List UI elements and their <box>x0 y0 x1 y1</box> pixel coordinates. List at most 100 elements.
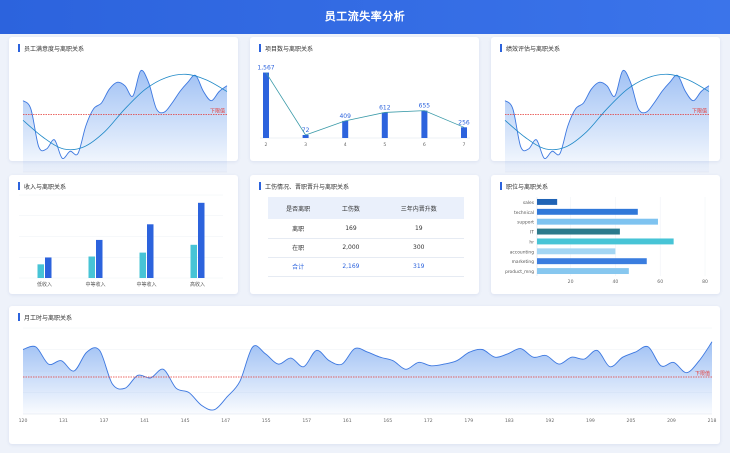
evaluation-chart: 下限值0.490.540.690.640.710.81 <box>500 69 714 182</box>
x-tick-label: 141 <box>140 418 149 424</box>
bar <box>45 257 52 278</box>
threshold-label: 下限值 <box>210 108 225 115</box>
bar <box>537 208 638 215</box>
satisfaction-chart: 下限值0.090.340.590.850.710.81 <box>18 69 232 182</box>
income-card: 收入与离职关系 低收入 中等收入 中等收入 高收入 <box>9 175 238 294</box>
x-tick-label: 3 <box>304 142 307 148</box>
table-row: 在职 2,000 300 <box>268 238 464 258</box>
projects-chart: 1,56727234094612565562567 <box>257 65 470 148</box>
bar <box>537 258 647 265</box>
x-tick-label: 80 <box>702 279 708 285</box>
x-tick-label: 199 <box>586 418 595 424</box>
bar <box>190 244 197 278</box>
x-tick-label: 131 <box>59 418 68 424</box>
x-tick-label: 高收入 <box>190 281 205 288</box>
x-tick-label: 中等收入 <box>85 281 105 288</box>
bar <box>342 120 349 138</box>
bar <box>88 256 95 278</box>
x-tick-label: 4 <box>344 142 347 148</box>
hours-chart: 下限值 120 131 137 141 145 147 155 157 161 165 172 179 1… <box>19 327 717 424</box>
department-chart: 20 40 60 80 sales technical support IT hr account… <box>505 197 708 285</box>
table-cell: 300 <box>373 238 464 258</box>
table-title: 工伤情况、晋职晋升与离职关系 <box>259 182 349 191</box>
bar <box>263 72 269 138</box>
bar <box>381 112 388 138</box>
table-cell: 离职 <box>268 219 329 239</box>
x-tick-label: 137 <box>100 418 109 424</box>
x-tick-label: 218 <box>708 418 717 424</box>
bar-value-label: 612 <box>379 104 391 111</box>
evaluation-card: 绩效评估与离职关系 下限值0.490.540.690.640.710.81 <box>491 37 720 182</box>
x-tick-label: 179 <box>464 418 473 424</box>
department-card: 职位与离职关系 20 40 60 80 sales technical support IT h… <box>491 175 720 294</box>
x-tick-label: 183 <box>505 418 514 424</box>
table-row: 合计 2,169 319 <box>268 257 464 277</box>
y-tick-label: product_mng <box>505 269 534 275</box>
table-header: 三年内晋升数 <box>373 197 464 219</box>
x-tick-label: 20 <box>568 279 574 285</box>
x-tick-label: 172 <box>424 418 433 424</box>
x-tick-label: 60 <box>657 279 663 285</box>
bar <box>537 198 558 205</box>
page-header: 员工流失率分析 <box>0 0 730 34</box>
table-cell: 19 <box>373 219 464 239</box>
x-tick-label: 155 <box>262 418 271 424</box>
accident-promotion-table: 是否离职 工伤数 三年内晋升数 离职 169 19 在职 2,000 300 合… <box>268 197 464 277</box>
trend-line <box>265 72 465 136</box>
x-tick-label: 2 <box>265 142 268 148</box>
table-cell: 2,169 <box>328 257 374 277</box>
table-header: 工伤数 <box>328 197 374 219</box>
x-tick-label: 209 <box>667 418 676 424</box>
x-tick-label: 147 <box>221 418 230 424</box>
bar <box>139 252 146 278</box>
y-tick-label: IT <box>530 230 534 236</box>
table-cell: 2,000 <box>328 238 374 258</box>
table-cell: 在职 <box>268 238 329 258</box>
x-tick-label: 7 <box>463 142 466 148</box>
bar <box>198 202 205 278</box>
x-tick-label: 157 <box>302 418 311 424</box>
threshold-label: 下限值 <box>692 108 707 115</box>
bar <box>37 264 44 278</box>
bar-value-label: 655 <box>419 103 431 110</box>
bar <box>537 228 620 235</box>
income-chart: 低收入 中等收入 中等收入 高收入 <box>19 194 223 288</box>
y-tick-label: marketing <box>512 259 535 265</box>
table-cell: 319 <box>373 257 464 277</box>
bar <box>421 110 428 138</box>
y-tick-label: accounting <box>510 249 534 255</box>
projects-card: 项目数与离职关系 1,567 2 72 3 409 4 612 5 655 6 256 7 <box>250 37 479 161</box>
bar <box>537 248 616 255</box>
table-card: 工伤情况、晋职晋升与离职关系 是否离职 工伤数 三年内晋升数 离职 169 19… <box>250 175 479 294</box>
x-tick-label: 165 <box>383 418 392 424</box>
bar-value-label: 1,567 <box>257 65 274 72</box>
x-tick-label: 中等收入 <box>136 281 156 288</box>
x-tick-label: 161 <box>343 418 352 424</box>
table-cell: 169 <box>328 219 374 239</box>
x-tick-label: 低收入 <box>37 281 52 288</box>
x-tick-label: 205 <box>627 418 636 424</box>
y-tick-label: support <box>517 220 534 226</box>
x-tick-label: 192 <box>545 418 554 424</box>
y-tick-label: sales <box>523 200 535 206</box>
satisfaction-card: 员工满意度与离职关系 下限值0.090.340.590.850.710.81 <box>9 37 238 182</box>
bar <box>96 239 103 278</box>
x-tick-label: 145 <box>181 418 190 424</box>
y-tick-label: technical <box>514 210 534 216</box>
table-header: 是否离职 <box>268 197 329 219</box>
page-title: 员工流失率分析 <box>324 10 406 23</box>
table-cell: 合计 <box>268 257 329 277</box>
table-header-row: 是否离职 工伤数 三年内晋升数 <box>268 197 464 219</box>
bar-value-label: 409 <box>339 113 351 120</box>
y-tick-label: hr <box>529 239 534 245</box>
x-tick-label: 40 <box>612 279 618 285</box>
area-fill <box>23 341 712 414</box>
table-row: 离职 169 19 <box>268 219 464 239</box>
bar <box>537 238 674 245</box>
x-tick-label: 5 <box>383 142 386 148</box>
threshold-label: 下限值 <box>695 370 710 377</box>
hours-card: 月工时与离职关系 下限值 120 131 137 141 145 147 155 157 161 1… <box>9 306 720 444</box>
bar <box>537 218 658 225</box>
bar <box>302 134 309 138</box>
bar <box>537 268 629 275</box>
